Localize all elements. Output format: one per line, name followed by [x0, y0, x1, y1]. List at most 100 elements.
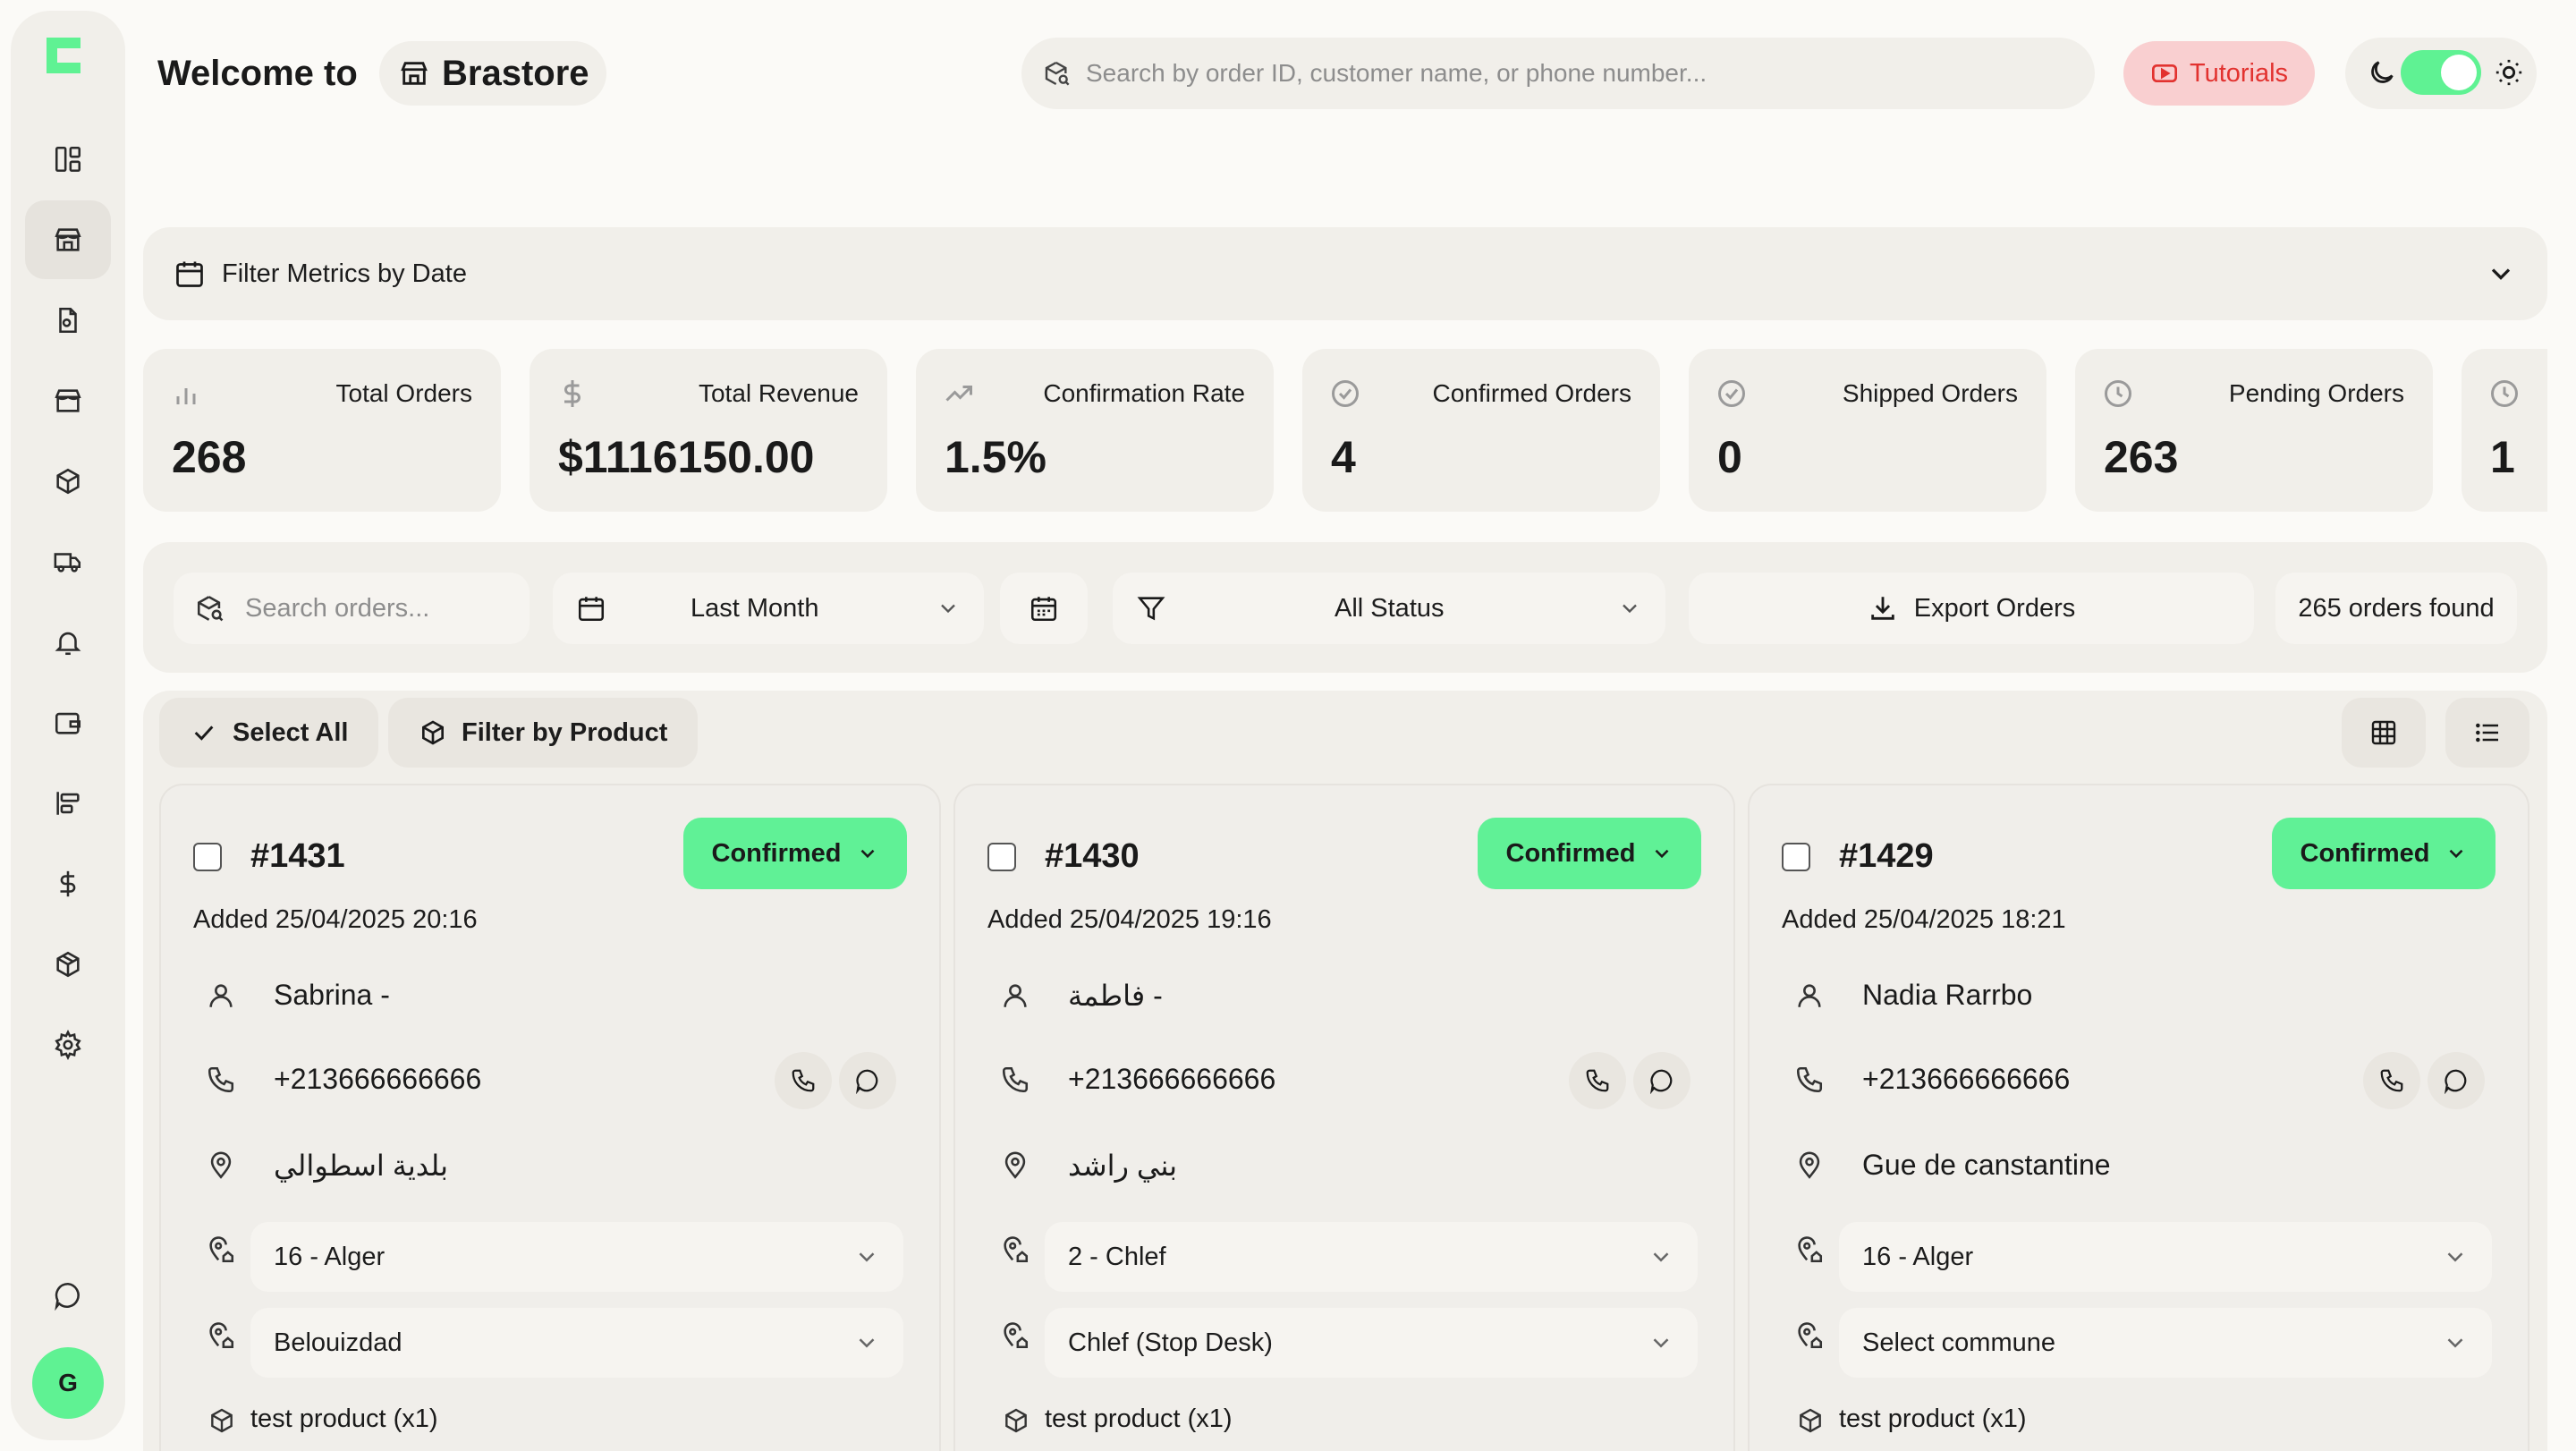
- theme-toggle[interactable]: [2401, 50, 2481, 95]
- select-all-button[interactable]: Select All: [159, 698, 379, 768]
- nav-shop[interactable]: [25, 361, 111, 440]
- customer-phone: +213666666666: [1068, 1063, 1276, 1095]
- store-selector[interactable]: Brastore: [379, 41, 606, 106]
- shop-icon: [55, 389, 81, 412]
- nav-dashboard[interactable]: [25, 120, 111, 199]
- order-checkbox[interactable]: [987, 843, 1016, 871]
- check-circle-icon: [1718, 380, 1745, 407]
- bell-icon: [55, 632, 81, 656]
- store-name: Brastore: [442, 53, 589, 93]
- order-checkbox[interactable]: [193, 843, 222, 871]
- nav-finance[interactable]: [25, 844, 111, 923]
- chevron-down-icon: [2491, 268, 2511, 280]
- metric-total-orders: Total Orders 268: [143, 349, 501, 512]
- brand-logo[interactable]: [38, 30, 88, 81]
- chevron-down-icon: [1653, 1338, 1669, 1348]
- wilaya-select[interactable]: 2 - Chlef: [1045, 1222, 1698, 1292]
- check-icon: [194, 726, 214, 741]
- order-status-dropdown[interactable]: Confirmed: [683, 818, 907, 889]
- call-button[interactable]: [1569, 1052, 1626, 1109]
- order-checkbox[interactable]: [1782, 843, 1810, 871]
- call-button[interactable]: [775, 1052, 832, 1109]
- date-picker-button[interactable]: [1000, 573, 1088, 644]
- calendar-icon: [176, 261, 203, 287]
- nav-wallet[interactable]: [25, 683, 111, 762]
- global-search[interactable]: Search by order ID, customer name, or ph…: [1021, 38, 2095, 109]
- tutorials-button[interactable]: Tutorials: [2123, 41, 2315, 106]
- order-status-label: Confirmed: [1505, 838, 1636, 868]
- status-filter-select[interactable]: All Status: [1113, 573, 1665, 644]
- user-avatar[interactable]: G: [32, 1347, 104, 1419]
- commune-select[interactable]: Select commune: [1839, 1308, 2492, 1378]
- youtube-icon: [2151, 64, 2177, 82]
- export-orders-label: Export Orders: [1913, 593, 2076, 623]
- nav-chat[interactable]: [25, 1256, 111, 1335]
- call-button[interactable]: [2363, 1052, 2420, 1109]
- filter-by-product-button[interactable]: Filter by Product: [388, 698, 699, 768]
- order-status-dropdown[interactable]: Confirmed: [1478, 818, 1701, 889]
- nav-inventory[interactable]: [25, 925, 111, 1004]
- customer-address: بلدية اسطوالي: [274, 1150, 449, 1182]
- select-all-label: Select All: [233, 717, 349, 747]
- order-id: #1430: [1045, 837, 1140, 875]
- customer-phone: +213666666666: [274, 1063, 482, 1095]
- grid-view-button[interactable]: [2342, 698, 2426, 768]
- map-pin-icon: [1799, 1151, 1820, 1179]
- order-status-label: Confirmed: [711, 838, 842, 868]
- filter-by-product-label: Filter by Product: [462, 717, 668, 747]
- nav-settings[interactable]: [25, 1006, 111, 1084]
- store-icon: [55, 228, 81, 251]
- chat-icon: [856, 1069, 878, 1094]
- store-icon: [401, 62, 428, 85]
- phone-icon: [208, 1066, 234, 1093]
- order-card: #1429 Confirmed Added 25/04/2025 18:21 N…: [1748, 784, 2529, 1451]
- export-orders-button[interactable]: Export Orders: [1689, 573, 2254, 644]
- customer-name: Sabrina -: [274, 979, 390, 1011]
- wilaya-select[interactable]: 16 - Alger: [250, 1222, 903, 1292]
- nav-notifications[interactable]: [25, 603, 111, 682]
- order-card: #1431 Confirmed Added 25/04/2025 20:16 S…: [159, 784, 941, 1451]
- message-button[interactable]: [1633, 1052, 1690, 1109]
- nav-store[interactable]: [25, 200, 111, 279]
- phone-icon: [1586, 1069, 1609, 1092]
- message-button[interactable]: [2428, 1052, 2485, 1109]
- metric-partial: 1: [2462, 349, 2547, 512]
- nav-products[interactable]: [25, 442, 111, 521]
- chevron-down-icon: [2449, 849, 2462, 859]
- wilaya-select[interactable]: 16 - Alger: [1839, 1222, 2492, 1292]
- status-filter-value: All Status: [1335, 593, 1445, 623]
- map-pin-house-icon: [209, 1322, 234, 1349]
- product-line: test product (x1): [1045, 1404, 1233, 1433]
- order-added-date: Added 25/04/2025 20:16: [193, 905, 478, 934]
- nav-documents[interactable]: [25, 281, 111, 360]
- chevron-down-icon: [860, 849, 874, 859]
- customer-name: فاطمة -: [1068, 980, 1163, 1012]
- user-icon: [1798, 984, 1821, 1007]
- list-view-button[interactable]: [2445, 698, 2529, 768]
- message-button[interactable]: [839, 1052, 896, 1109]
- nav-reports[interactable]: [25, 764, 111, 843]
- filter-metrics-by-date[interactable]: Filter Metrics by Date: [143, 227, 2547, 320]
- grid-icon: [2371, 720, 2396, 745]
- commune-select[interactable]: Belouizdad: [250, 1308, 903, 1378]
- map-pin-house-icon: [1798, 1236, 1823, 1263]
- metric-value: 0: [1717, 432, 1742, 482]
- theme-switcher: [2345, 38, 2537, 109]
- order-status-dropdown[interactable]: Confirmed: [2272, 818, 2496, 889]
- bar-chart-icon: [176, 388, 196, 404]
- date-range-select[interactable]: Last Month: [553, 573, 984, 644]
- chevron-down-icon: [1623, 604, 1637, 614]
- map-pin-icon: [210, 1151, 232, 1179]
- settings-icon: [55, 1030, 81, 1060]
- metric-shipped-orders: Shipped Orders 0: [1689, 349, 2046, 512]
- metric-value: 1: [2490, 432, 2515, 482]
- moon-icon: [2371, 61, 2394, 83]
- chevron-down-icon: [2447, 1252, 2463, 1262]
- clock-icon: [2491, 380, 2518, 407]
- clock-icon: [2105, 380, 2131, 407]
- metric-confirmed-orders: Confirmed Orders 4: [1302, 349, 1660, 512]
- nav-shipping[interactable]: [25, 522, 111, 601]
- commune-select[interactable]: Chlef (Stop Desk): [1045, 1308, 1698, 1378]
- metric-label: Total Orders: [335, 379, 473, 407]
- orders-search-input[interactable]: Search orders...: [174, 573, 530, 644]
